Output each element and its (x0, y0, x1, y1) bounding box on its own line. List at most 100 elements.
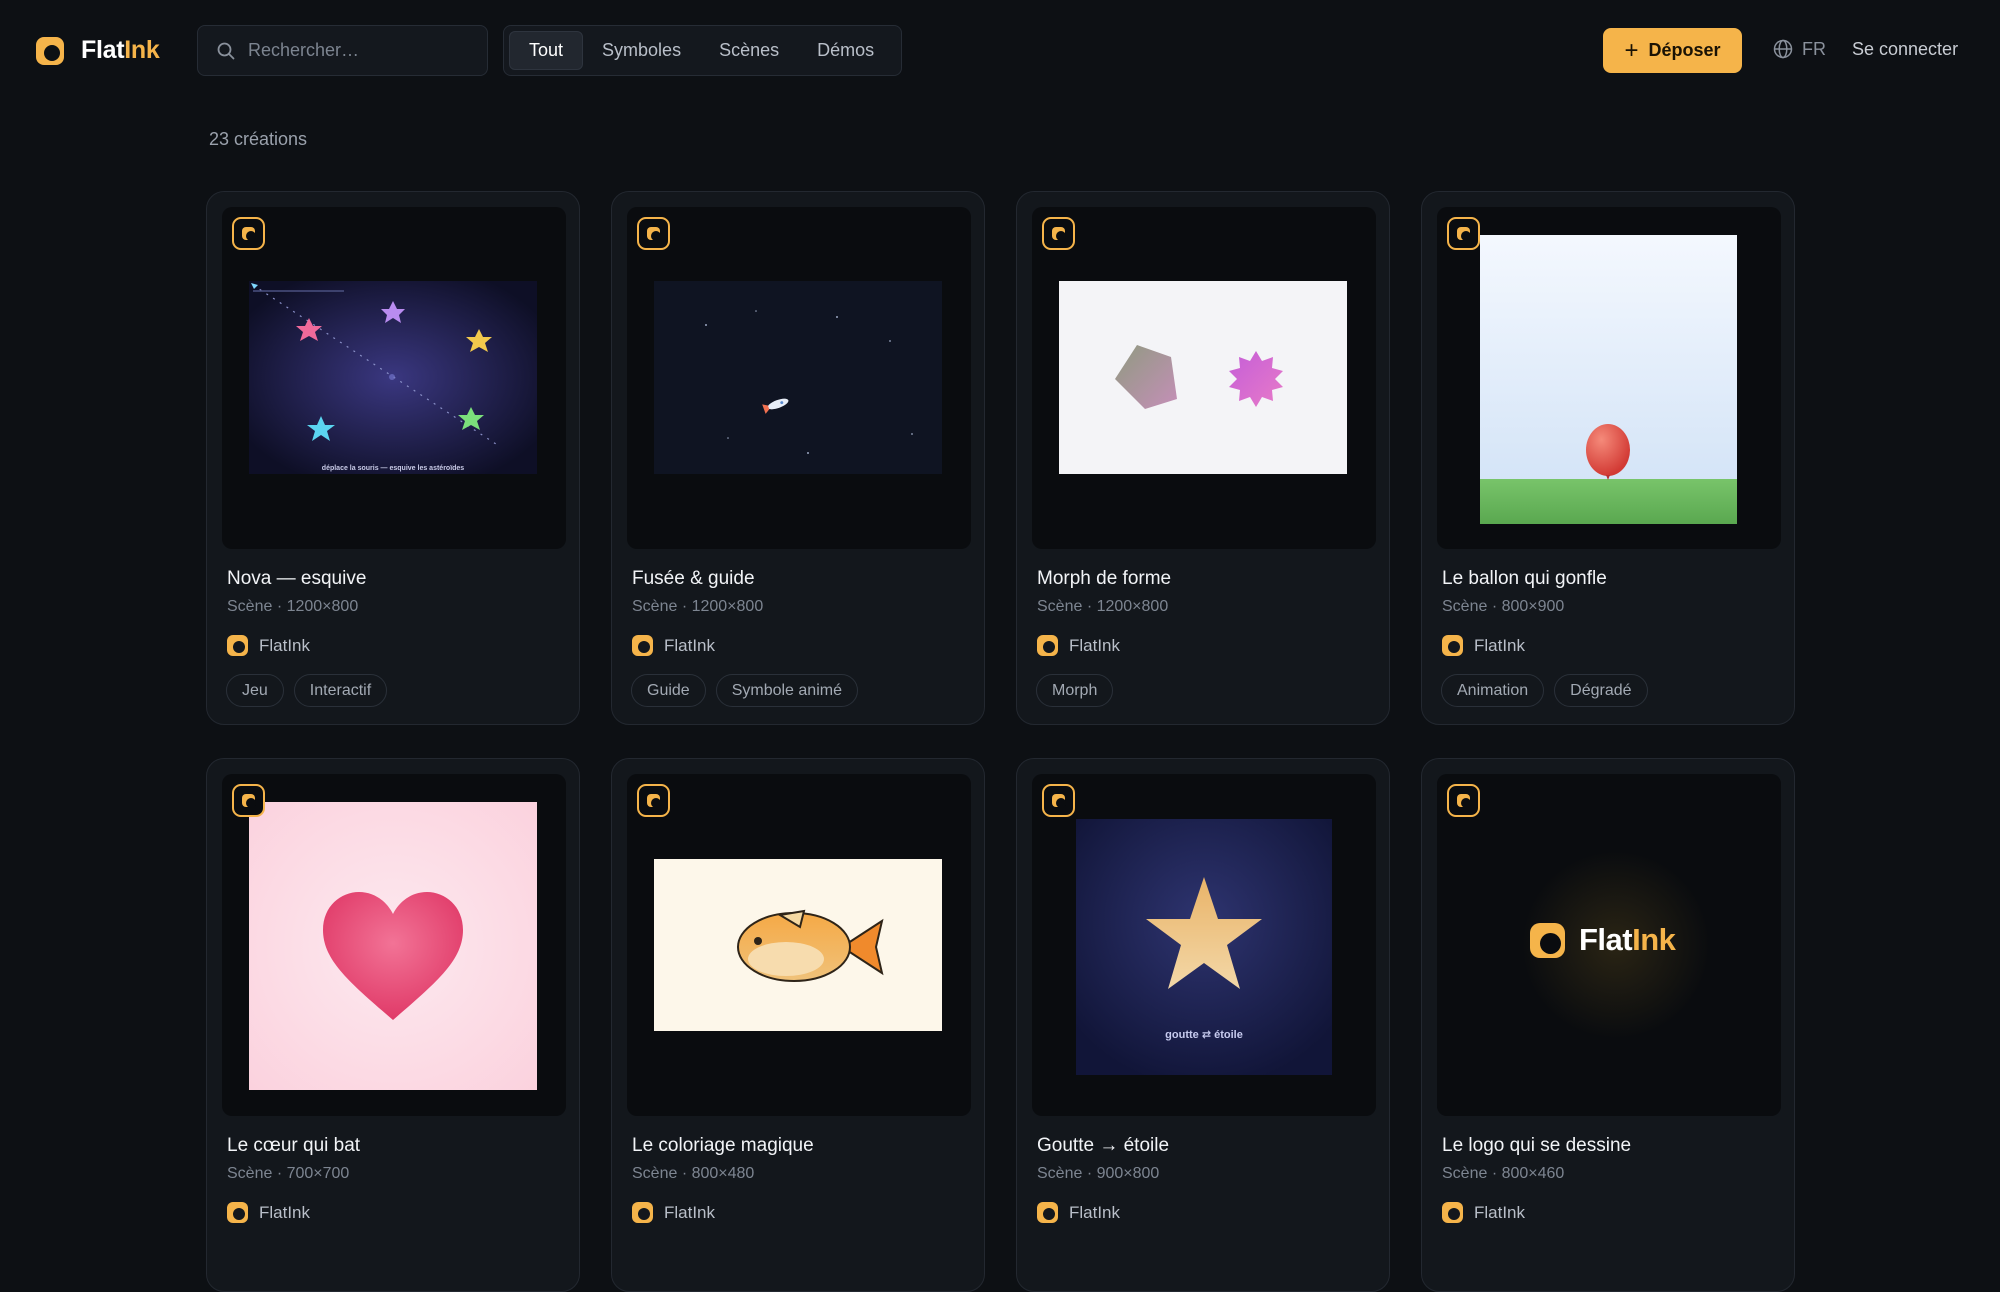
brand-logo[interactable]: FlatInk (36, 36, 160, 65)
upload-label: Déposer (1648, 40, 1721, 60)
globe-icon (1773, 39, 1793, 59)
tag-chip[interactable]: Guide (631, 674, 706, 707)
upload-button[interactable]: + Déposer (1603, 28, 1742, 73)
search-icon (217, 42, 235, 59)
card-meta: Scène · 900×800 (1037, 1165, 1160, 1182)
beating-heart-preview (249, 802, 537, 1090)
asteroid-game-preview (249, 281, 537, 474)
card-meta: Scène · 800×900 (1442, 598, 1565, 615)
card-author[interactable]: FlatInk (1442, 1202, 1525, 1223)
creation-card[interactable]: FlatInk Le logo qui se dessine Scène · 8… (1421, 758, 1795, 1292)
card-meta: Scène · 800×480 (632, 1165, 755, 1182)
coloring-fish-preview (654, 859, 942, 1031)
card-title[interactable]: Goutte → étoile (1037, 1135, 1169, 1157)
creation-card[interactable]: Le coloriage magique Scène · 800×480 Fla… (611, 758, 985, 1292)
author-avatar-icon (1442, 635, 1463, 656)
author-avatar-icon (1037, 635, 1058, 656)
creation-card[interactable]: Le ballon qui gonfle Scène · 800×900 Fla… (1421, 191, 1795, 725)
preview-caption: goutte ⇄ étoile (1165, 1029, 1243, 1041)
card-thumbnail[interactable] (1032, 207, 1376, 549)
card-thumbnail[interactable]: déplace la souris — esquive les astéroïd… (222, 207, 566, 549)
author-avatar-icon (1037, 1202, 1058, 1223)
card-author[interactable]: FlatInk (1037, 1202, 1120, 1223)
card-title[interactable]: Fusée & guide (632, 568, 755, 590)
card-thumbnail[interactable] (627, 774, 971, 1116)
card-author[interactable]: FlatInk (632, 1202, 715, 1223)
search-input[interactable] (248, 40, 478, 61)
card-meta: Scène · 800×460 (1442, 1165, 1565, 1182)
app-badge-icon (1447, 784, 1480, 817)
language-switcher[interactable]: FR (1772, 38, 1826, 60)
filter-tab-symbols[interactable]: Symboles (583, 31, 700, 70)
app-badge-icon (637, 217, 670, 250)
app-badge-icon (1042, 217, 1075, 250)
filter-tab-all[interactable]: Tout (509, 31, 584, 70)
shape-morph-preview (1059, 281, 1347, 474)
card-tags: Jeu Interactif (226, 674, 388, 707)
card-thumbnail[interactable]: FlatInk (1437, 774, 1781, 1116)
author-name: FlatInk (259, 1202, 311, 1222)
creation-card[interactable]: déplace la souris — esquive les astéroïd… (206, 191, 580, 725)
card-meta: Scène · 700×700 (227, 1165, 350, 1182)
filter-tab-demos[interactable]: Démos (798, 31, 893, 70)
card-tags: Morph (1036, 674, 1114, 707)
creation-card[interactable]: Fusée & guide Scène · 1200×800 FlatInk G… (611, 191, 985, 725)
search-box[interactable] (197, 25, 488, 76)
card-author[interactable]: FlatInk (227, 635, 310, 656)
app-badge-icon (1042, 784, 1075, 817)
tag-chip[interactable]: Morph (1036, 674, 1114, 707)
card-title[interactable]: Nova — esquive (227, 568, 366, 590)
card-title[interactable]: Morph de forme (1037, 568, 1171, 590)
creation-card[interactable]: Le cœur qui bat Scène · 700×700 FlatInk (206, 758, 580, 1292)
card-title[interactable]: Le coloriage magique (632, 1135, 814, 1157)
card-thumbnail[interactable]: goutte ⇄ étoile (1032, 774, 1376, 1116)
preview-logo-icon (1530, 922, 1565, 958)
author-avatar-icon (227, 1202, 248, 1223)
author-name: FlatInk (259, 635, 311, 655)
author-name: FlatInk (664, 635, 716, 655)
card-tags: Guide Symbole animé (631, 674, 858, 707)
app-badge-icon (232, 784, 265, 817)
author-name: FlatInk (1069, 1202, 1121, 1222)
author-name: FlatInk (1474, 1202, 1526, 1222)
preview-logo-text: FlatInk (1579, 922, 1676, 957)
filter-tab-scenes[interactable]: Scènes (700, 31, 798, 70)
login-link[interactable]: Se connecter (1852, 39, 1958, 60)
app-badge-icon (637, 784, 670, 817)
logo-draw-preview: FlatInk (1437, 774, 1781, 1116)
card-title[interactable]: Le cœur qui bat (227, 1135, 360, 1157)
plus-icon: + (1624, 36, 1639, 64)
author-avatar-icon (632, 1202, 653, 1223)
logo-icon (36, 36, 64, 65)
category-filter: Tout Symboles Scènes Démos (503, 25, 902, 76)
author-avatar-icon (632, 635, 653, 656)
results-count: 23 créations (209, 129, 308, 149)
author-avatar-icon (1442, 1202, 1463, 1223)
card-title[interactable]: Le logo qui se dessine (1442, 1135, 1631, 1157)
card-author[interactable]: FlatInk (632, 635, 715, 656)
creation-card[interactable]: Morph de forme Scène · 1200×800 FlatInk … (1016, 191, 1390, 725)
app-badge-icon (232, 217, 265, 250)
card-thumbnail[interactable] (1437, 207, 1781, 549)
tag-chip[interactable]: Symbole animé (715, 674, 858, 707)
card-author[interactable]: FlatInk (1442, 635, 1525, 656)
creation-card[interactable]: goutte ⇄ étoile Goutte → étoile Scène · … (1016, 758, 1390, 1292)
rocket-scene-preview (654, 281, 942, 474)
brand-name: FlatInk (81, 36, 160, 64)
balloon-scene-preview (1480, 235, 1737, 524)
tag-chip[interactable]: Animation (1441, 674, 1545, 707)
card-title[interactable]: Le ballon qui gonfle (1442, 568, 1607, 590)
author-name: FlatInk (1069, 635, 1121, 655)
tag-chip[interactable]: Jeu (226, 674, 284, 707)
tag-chip[interactable]: Dégradé (1554, 674, 1648, 707)
tag-chip[interactable]: Interactif (293, 674, 388, 707)
author-avatar-icon (227, 635, 248, 656)
card-author[interactable]: FlatInk (1037, 635, 1120, 656)
app-badge-icon (1447, 217, 1480, 250)
card-thumbnail[interactable] (627, 207, 971, 549)
preview-caption: déplace la souris — esquive les astéroïd… (321, 465, 465, 472)
card-author[interactable]: FlatInk (227, 1202, 310, 1223)
card-meta: Scène · 1200×800 (227, 598, 359, 615)
author-name: FlatInk (664, 1202, 716, 1222)
card-thumbnail[interactable] (222, 774, 566, 1116)
